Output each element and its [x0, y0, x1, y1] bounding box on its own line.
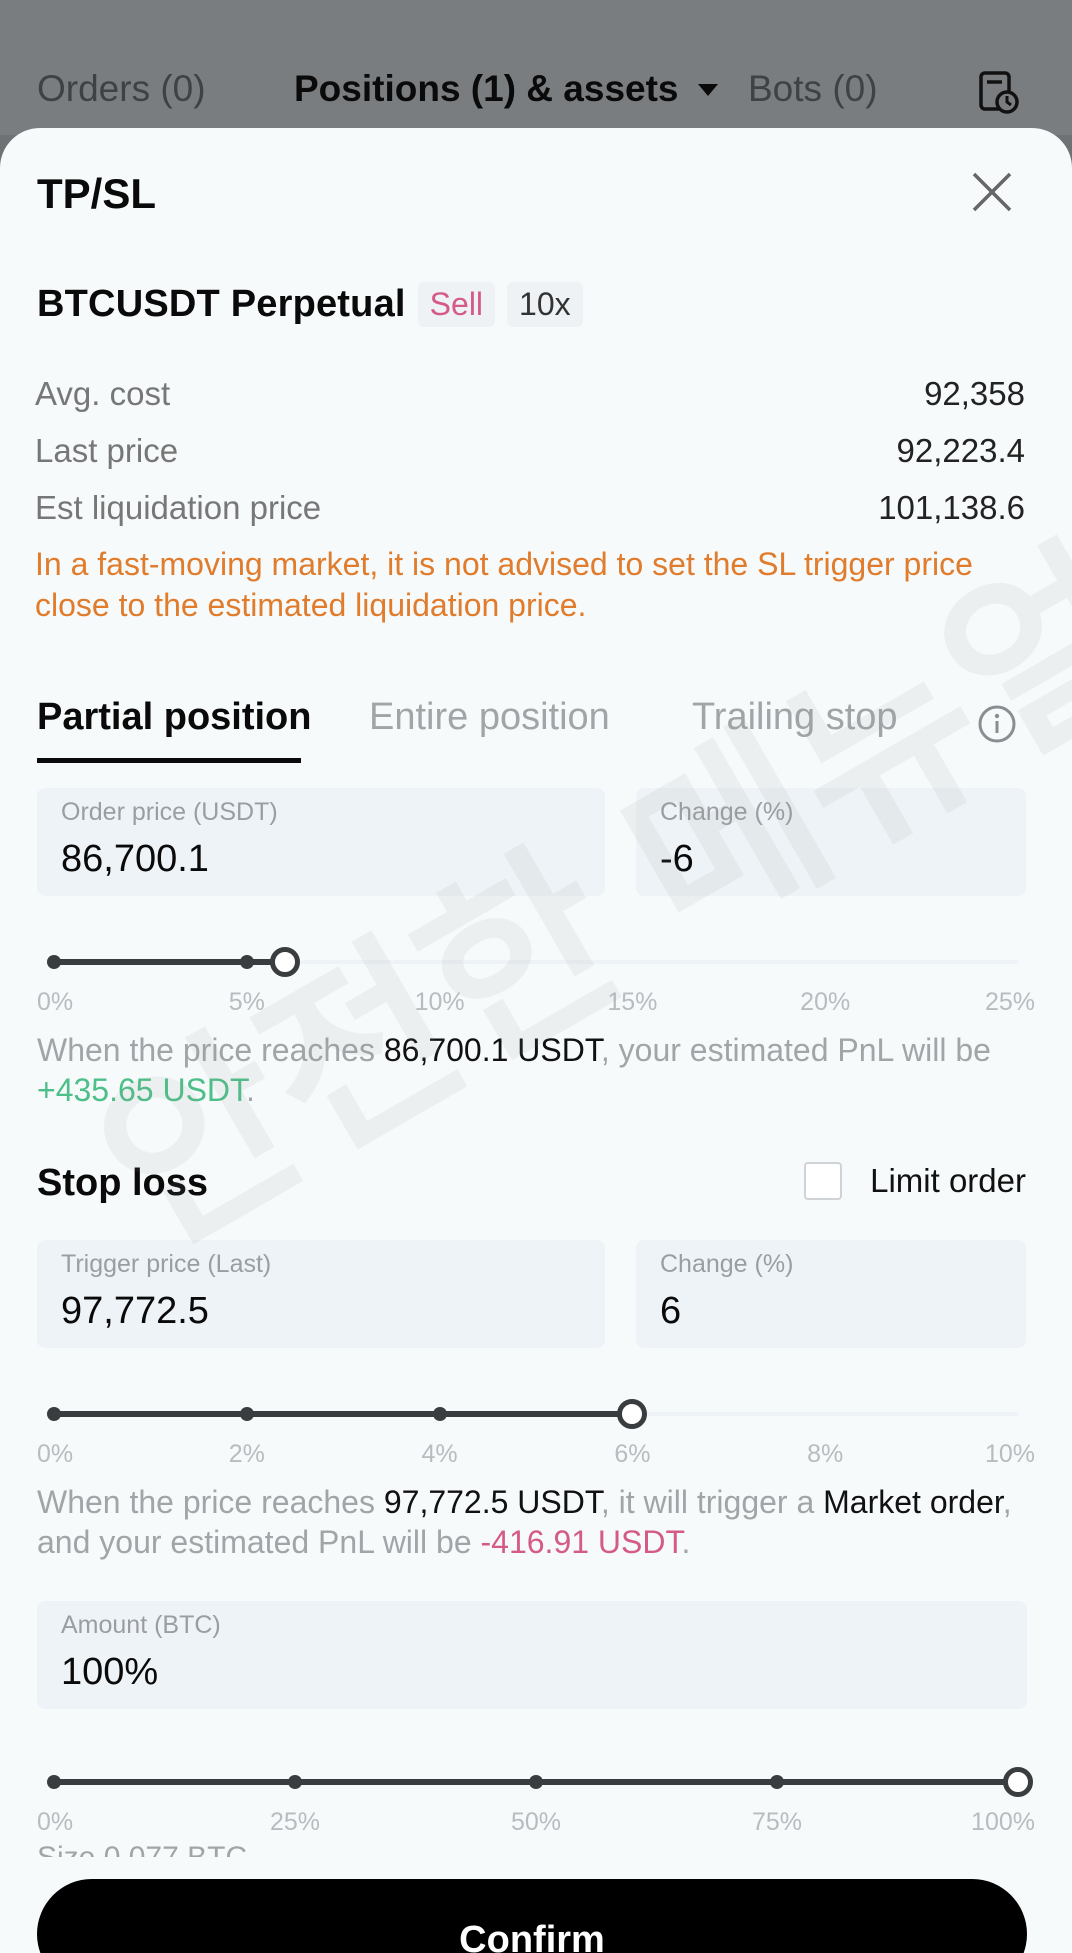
tpsl-sheet: TP/SL BTCUSDT Perpetual Sell 10x Avg. co…	[0, 128, 1072, 1953]
slider-stop-dot[interactable]	[47, 1407, 61, 1421]
tp-change-input[interactable]: -6	[660, 838, 694, 881]
slider-track-filled	[54, 1411, 633, 1417]
active-tab-indicator	[37, 758, 301, 763]
slider-stop-dot[interactable]	[288, 1775, 302, 1789]
sheet-title: TP/SL	[37, 170, 157, 217]
field-label: Order price (USDT)	[61, 798, 278, 826]
tab-trailing-stop[interactable]: Trailing stop	[692, 696, 898, 739]
slider-tick-label: 0%	[37, 1808, 74, 1836]
sl-slider[interactable]: 0% 2% 4% 6% 8% 10%	[37, 1399, 1035, 1470]
slider-tick-label: 100%	[971, 1808, 1035, 1836]
info-row-last-price: Last price 92,223.4	[35, 432, 1025, 470]
slider-stop-dot[interactable]	[529, 1775, 543, 1789]
slider-tick-label: 50%	[510, 1808, 562, 1836]
slider-tick-label: 20%	[800, 988, 851, 1016]
tp-description: When the price reaches 86,700.1 USDT, yo…	[37, 1032, 991, 1108]
tab-bots[interactable]: Bots (0)	[748, 68, 878, 110]
tab-partial-position[interactable]: Partial position	[37, 696, 311, 739]
info-row-liquidation: Est liquidation price 101,138.6	[35, 489, 1025, 527]
sl-price-input[interactable]: 97,772.5	[61, 1290, 209, 1333]
tp-slider[interactable]: 0% 5% 10% 15% 20% 25%	[37, 947, 1035, 1018]
info-icon[interactable]	[977, 704, 1017, 744]
slider-handle[interactable]	[1003, 1767, 1033, 1797]
tp-price-field[interactable]: Order price (USDT) 86,700.1	[37, 788, 605, 896]
tp-change-field[interactable]: Change (%) -6	[636, 788, 1026, 896]
sl-change-field[interactable]: Change (%) 6	[636, 1240, 1026, 1348]
limit-order-toggle[interactable]: Limit order	[804, 1162, 1026, 1200]
slider-tick-label: 0%	[37, 988, 74, 1016]
field-label: Change (%)	[660, 798, 794, 826]
slider-tick-label: 5%	[228, 988, 265, 1016]
order-history-icon[interactable]	[978, 70, 1020, 114]
slider-stop-dot[interactable]	[239, 955, 254, 969]
limit-order-checkbox[interactable]	[804, 1162, 843, 1200]
slider-stop-dot[interactable]	[432, 1407, 447, 1421]
slider-handle[interactable]	[270, 947, 301, 977]
tp-price-input[interactable]: 86,700.1	[61, 838, 209, 881]
info-value: 92,223.4	[896, 432, 1025, 469]
symbol-row: BTCUSDT Perpetual Sell 10x	[37, 282, 583, 327]
amount-slider[interactable]: 0% 25% 50% 75% 100%	[37, 1767, 1035, 1838]
background-tab-bar: Orders (0) Positions (1) & assets Bots (…	[0, 0, 1072, 135]
liquidation-warning: In a fast-moving market, it is not advis…	[35, 546, 973, 623]
slider-stop-dot[interactable]	[239, 1407, 254, 1421]
position-tabs: Partial position Entire position Trailin…	[37, 696, 1037, 763]
info-label: Last price	[35, 432, 179, 469]
tp-estimated-pnl: +435.65 USDT	[37, 1072, 247, 1108]
slider-tick-label: 75%	[751, 1808, 803, 1836]
close-icon[interactable]	[970, 170, 1014, 214]
info-label: Est liquidation price	[35, 489, 322, 526]
slider-tick-label: 10%	[414, 988, 465, 1016]
slider-stop-dot[interactable]	[770, 1775, 784, 1789]
info-value: 92,358	[924, 375, 1025, 412]
tab-orders[interactable]: Orders (0)	[37, 68, 206, 110]
slider-tick-label: 25%	[269, 1808, 321, 1836]
tab-positions-assets[interactable]: Positions (1) & assets	[294, 68, 679, 110]
slider-tick-label: 2%	[228, 1440, 265, 1468]
slider-tick-label: 4%	[421, 1440, 458, 1468]
tab-entire-position[interactable]: Entire position	[369, 696, 610, 739]
info-row-avg-cost: Avg. cost 92,358	[35, 375, 1025, 413]
size-text: Size 0.077 BTC	[37, 1841, 247, 1857]
slider-tick-label: 0%	[37, 1440, 74, 1468]
slider-tick-label: 6%	[614, 1440, 651, 1468]
slider-tick-label: 25%	[984, 988, 1035, 1016]
stop-loss-title: Stop loss	[37, 1162, 209, 1204]
sl-description: When the price reaches 97,772.5 USDT, it…	[37, 1484, 1012, 1560]
field-label: Amount (BTC)	[61, 1611, 221, 1639]
field-label: Trigger price (Last)	[61, 1250, 272, 1278]
info-value: 101,138.6	[878, 489, 1025, 526]
slider-tick-label: 8%	[807, 1440, 844, 1468]
symbol-name: BTCUSDT Perpetual	[37, 283, 406, 325]
amount-input[interactable]: 100%	[61, 1651, 158, 1694]
field-label: Change (%)	[660, 1250, 794, 1278]
chevron-down-icon[interactable]	[698, 84, 718, 96]
sl-change-input[interactable]: 6	[660, 1290, 681, 1333]
slider-stop-dot[interactable]	[47, 955, 61, 969]
confirm-button[interactable]: Confirm	[37, 1879, 1027, 1953]
slider-stop-dot[interactable]	[47, 1775, 61, 1789]
side-badge: Sell	[417, 282, 496, 327]
slider-handle[interactable]	[617, 1399, 648, 1429]
sl-estimated-pnl: -416.91 USDT	[480, 1524, 682, 1560]
info-label: Avg. cost	[35, 375, 171, 412]
amount-field[interactable]: Amount (BTC) 100%	[37, 1601, 1027, 1709]
leverage-badge: 10x	[507, 282, 583, 327]
limit-order-label: Limit order	[870, 1162, 1026, 1199]
slider-tick-label: 15%	[607, 988, 658, 1016]
slider-tick-label: 10%	[984, 1440, 1035, 1468]
sl-price-field[interactable]: Trigger price (Last) 97,772.5	[37, 1240, 605, 1348]
